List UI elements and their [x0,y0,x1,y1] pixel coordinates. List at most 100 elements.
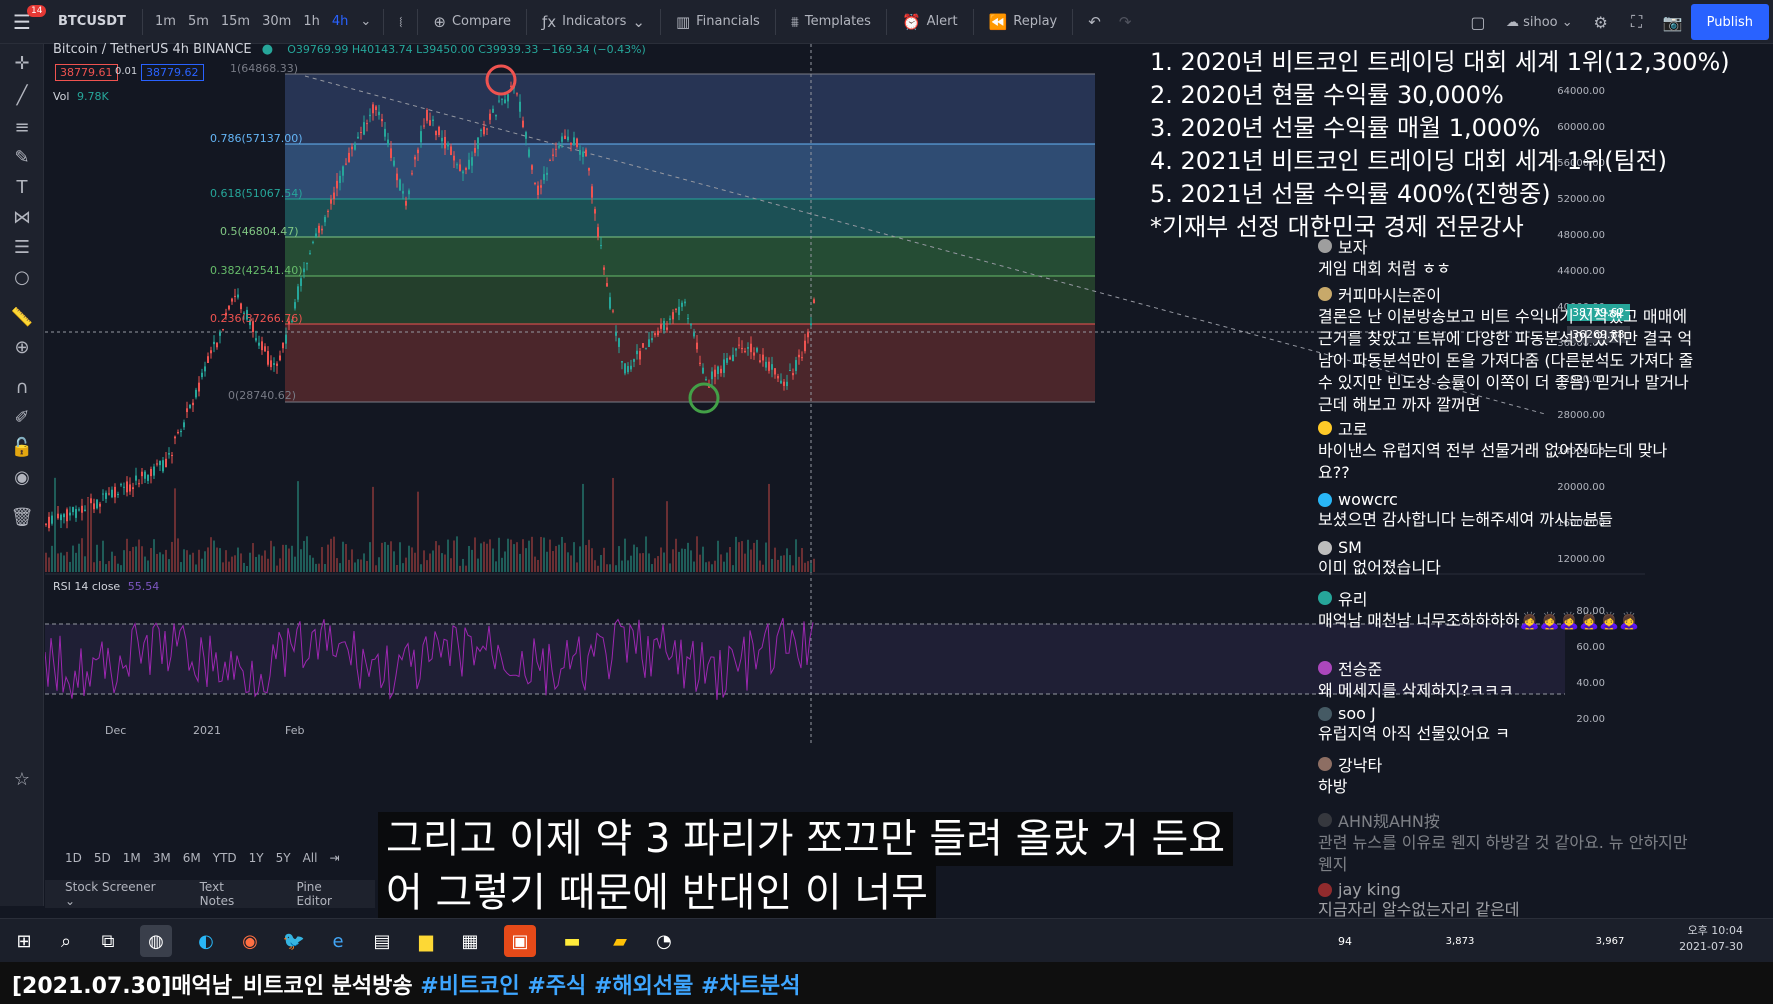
search-icon[interactable]: ⌕ [50,925,82,957]
candle-body [441,137,443,142]
brush-icon[interactable]: ✎ [0,144,44,172]
alert-button[interactable]: ⏰ Alert [893,13,967,31]
publish-button[interactable]: Publish [1690,4,1769,40]
financials-button[interactable]: ▥ Financials [667,13,769,31]
zoom-icon[interactable]: ⊕ [0,334,44,362]
achievement-line: 2. 2020년 현물 수익률 30,000% [1150,81,1504,109]
symbol-search[interactable]: BTCUSDT [44,14,136,29]
hashtag[interactable]: #비트코인 [420,974,519,999]
system-clock[interactable]: 오후 10:04 2021-07-30 [1679,923,1743,955]
folder-icon[interactable]: ▆ [410,925,442,957]
candle-body [621,360,623,363]
ruler-icon[interactable]: 📏 [0,304,44,332]
magnet-icon[interactable]: ∩ [0,374,44,402]
timeframe-5m[interactable]: 5m [182,14,215,29]
crosshair-icon[interactable]: ✛ [0,50,44,78]
volume-bar [468,545,470,572]
volume-bar [453,540,455,572]
edge-icon[interactable]: ◐ [190,925,222,957]
prediction-icon[interactable]: ☰ [0,234,44,262]
pattern-icon[interactable]: ⋈ [0,204,44,232]
notification-badge: 14 [27,4,47,17]
range-5y[interactable]: 5Y [276,851,291,865]
volume-bar [546,551,548,572]
sticky-notes-icon[interactable]: ▰ [604,925,636,957]
templates-button[interactable]: ⩩ Templates [782,13,880,31]
app-icon[interactable]: ▣ [504,925,536,957]
candle-body [495,114,497,117]
range-1y[interactable]: 1Y [249,851,264,865]
eye-icon[interactable]: ◉ [0,464,44,492]
chrome-icon[interactable]: ◍ [140,925,172,957]
text-tool-icon[interactable]: T [0,174,44,202]
settings-gear-icon[interactable]: ⚙ [1583,13,1619,32]
candle-body [756,348,758,352]
windows-start-icon[interactable]: ⊞ [8,925,40,957]
chat-text: 보셨으면 감사합니다 는해주세여 까시는분들 [1318,510,1613,529]
user-menu[interactable]: ☁ sihoo ⌄ [1496,15,1583,30]
lock-drawing-icon[interactable]: ✐ [0,404,44,432]
lock-icon[interactable]: 🔓 [0,434,44,462]
range-6m[interactable]: 6M [183,851,201,865]
menu-button[interactable]: ☰ 14 [0,0,47,44]
video-title[interactable]: [2021.07.30]매억남_비트코인 분석방송 #비트코인 #주식 #해외선… [12,968,800,1000]
app-icon[interactable]: ▤ [366,925,398,957]
app-icon[interactable]: ◔ [648,925,680,957]
timeframe-dropdown-icon[interactable]: ⌄ [354,14,377,29]
candle-body [402,191,404,194]
hashtag[interactable]: #주식 [527,974,586,999]
range-5d[interactable]: 5D [94,851,111,865]
candle-body [651,338,653,341]
internet-explorer-icon[interactable]: e [322,925,354,957]
timeframe-1h[interactable]: 1h [297,14,326,29]
volume-bar [192,552,194,572]
fib-retracement-icon[interactable]: ≡ [0,114,44,142]
tab-text-notes[interactable]: Text Notes [180,880,277,908]
volume-bar [747,539,749,572]
trend-line-icon[interactable]: ╱ [0,82,44,110]
trash-icon[interactable]: 🗑 [0,504,44,532]
shape-circle-icon[interactable]: ○ [0,264,44,292]
buy-price[interactable]: 38779.62 [141,64,204,81]
volume-bar [120,565,122,572]
fullscreen-icon[interactable]: ⛶ [1619,12,1655,32]
timeframe-1m[interactable]: 1m [149,14,182,29]
twitter-bird-icon[interactable]: 🐦 [278,925,310,957]
tab-pine-editor[interactable]: Pine Editor [276,880,375,908]
app-icon[interactable]: ▦ [454,925,486,957]
hashtag[interactable]: #차트분석 [701,974,800,999]
volume-bar [555,546,557,572]
camera-icon[interactable]: 📷 [1655,13,1691,32]
volume-bar [672,549,674,572]
range-1d[interactable]: 1D [65,851,82,865]
timeframe-15m[interactable]: 15m [215,14,256,29]
candle-body [471,157,473,166]
tab-stock-screener[interactable]: Stock Screener ⌄ [45,880,180,908]
undo-button[interactable]: ↶ [1079,13,1110,31]
task-view-icon[interactable]: ⧉ [92,925,124,957]
sell-price[interactable]: 38779.61 [55,64,118,81]
timeframe-4h[interactable]: 4h [326,14,355,29]
redo-button[interactable]: ↷ [1110,13,1141,31]
range-all[interactable]: All [303,851,318,865]
candle-body [516,93,518,95]
volume-bar [738,542,740,572]
range-1m[interactable]: 1M [123,851,141,865]
hashtag[interactable]: #해외선물 [594,974,693,999]
chart-type-button[interactable]: ⧙ [390,13,411,31]
volume-bar [687,542,689,572]
volume-bar [369,542,371,572]
range-3m[interactable]: 3M [153,851,171,865]
firefox-icon[interactable]: ◉ [234,925,266,957]
indicators-button[interactable]: ƒx Indicators ⌄ [533,13,654,31]
timeframe-30m[interactable]: 30m [256,14,297,29]
compare-button[interactable]: ⊕ Compare [424,13,520,31]
volume-bar [624,538,626,572]
star-icon[interactable]: ☆ [0,766,44,794]
date-range-icon[interactable]: ⇥ [329,851,339,865]
range-ytd[interactable]: YTD [213,851,237,865]
chat-message: 강낙타 하방 [1318,752,1698,798]
replay-button[interactable]: ⏪ Replay [980,13,1067,31]
layout-icon[interactable]: ▢ [1460,13,1496,32]
kakaotalk-icon[interactable]: ▬ [556,925,588,957]
